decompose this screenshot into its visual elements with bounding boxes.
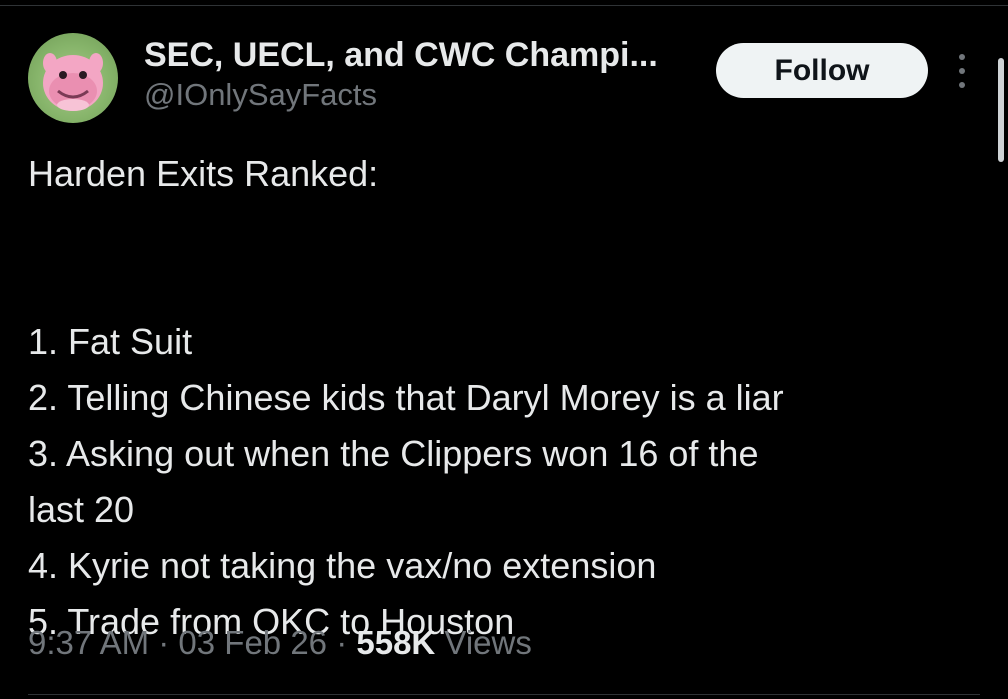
more-dot <box>959 54 965 60</box>
user-info: SEC, UECL, and CWC Champi... @IOnlySayFa… <box>144 34 658 114</box>
tweet-text: Harden Exits Ranked: 1. Fat Suit 2. Tell… <box>28 146 988 650</box>
tweet-time[interactable]: 9:37 AM <box>28 624 149 661</box>
avatar[interactable] <box>28 33 118 123</box>
tweet-line: 3. Asking out when the Clippers won 16 o… <box>28 433 759 474</box>
tweet-date[interactable]: 03 Feb 26 <box>178 624 327 661</box>
views-label: Views <box>435 624 532 661</box>
tweet-line: 4. Kyrie not taking the vax/no extension <box>28 545 657 586</box>
tweet-line: 2. Telling Chinese kids that Daryl Morey… <box>28 377 784 418</box>
scrollbar-thumb[interactable] <box>998 58 1004 162</box>
follow-button[interactable]: Follow <box>716 43 928 98</box>
pink-pokemon-avatar-icon <box>43 53 103 111</box>
bottom-divider <box>28 694 980 695</box>
more-vertical-icon[interactable] <box>952 54 972 88</box>
tweet-line: 1. Fat Suit <box>28 321 193 362</box>
meta-separator: · <box>149 624 179 661</box>
user-handle[interactable]: @IOnlySayFacts <box>144 76 658 114</box>
meta-separator: · <box>327 624 357 661</box>
top-divider <box>0 5 1008 6</box>
views-count[interactable]: 558K <box>356 624 435 661</box>
tweet-heading: Harden Exits Ranked: <box>28 153 379 194</box>
tweet-meta: 9:37 AM · 03 Feb 26 · 558K Views <box>28 618 532 668</box>
tweet-line: last 20 <box>28 489 135 530</box>
display-name[interactable]: SEC, UECL, and CWC Champi... <box>144 34 658 76</box>
more-dot <box>959 82 965 88</box>
more-dot <box>959 68 965 74</box>
